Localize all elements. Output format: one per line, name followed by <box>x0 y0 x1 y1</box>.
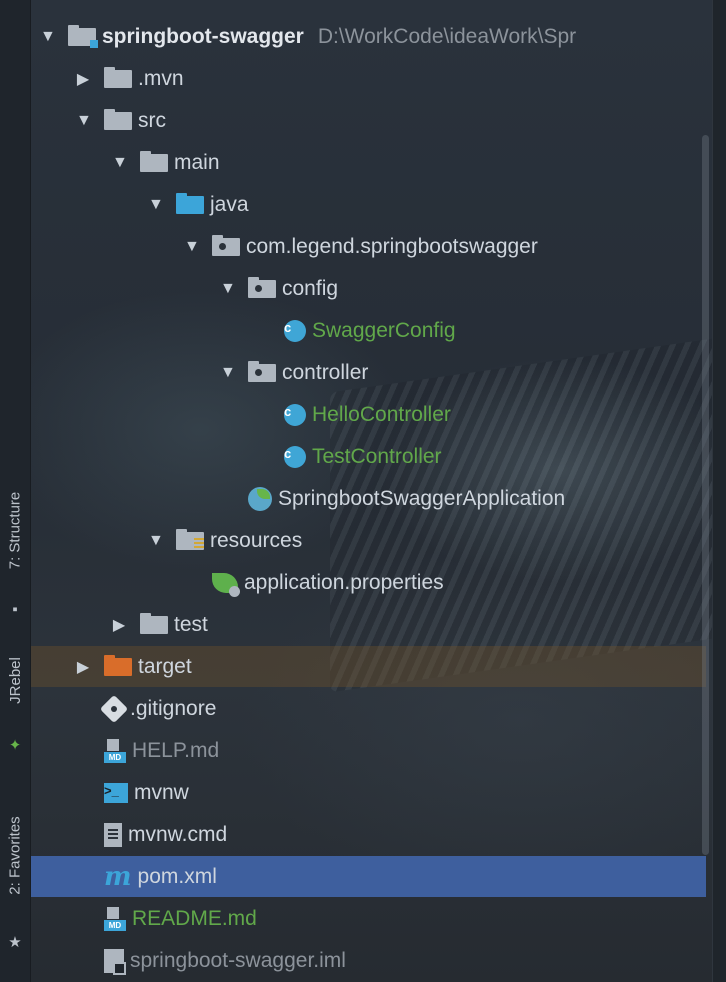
expand-arrow-icon[interactable]: ▼ <box>220 280 236 298</box>
tree-item-label: main <box>174 150 220 174</box>
tree-item-label: SpringbootSwaggerApplication <box>278 486 566 510</box>
text-file-icon <box>104 822 122 847</box>
tree-item[interactable]: c SwaggerConfig <box>284 310 456 351</box>
tree-item-label: SwaggerConfig <box>312 318 456 342</box>
folder-icon <box>104 108 132 130</box>
tool-window-bar: 7: Structure ▪ JRebel ✦ 2: Favorites ★ <box>0 0 31 982</box>
tree-item[interactable]: ▼ java <box>148 184 249 225</box>
tree-item[interactable]: ▼ config <box>220 268 338 309</box>
tree-item[interactable]: application.properties <box>212 562 444 603</box>
tree-item-label: test <box>174 612 208 636</box>
package-icon <box>248 360 276 382</box>
tree-item-label: .mvn <box>138 66 184 90</box>
tree-item-label: controller <box>282 360 369 384</box>
package-icon <box>212 234 240 256</box>
source-folder-icon <box>176 192 204 214</box>
tree-item-label: springboot-swagger.iml <box>130 948 346 972</box>
tree-item-label: .gitignore <box>130 696 217 720</box>
favorites-tab[interactable]: 2: Favorites <box>0 790 30 920</box>
collapse-arrow-icon[interactable]: ▶ <box>112 615 126 635</box>
tree-item[interactable]: ▼ resources <box>148 520 302 561</box>
jrebel-tab[interactable]: JRebel <box>0 640 30 720</box>
collapse-arrow-icon[interactable]: ▶ <box>76 69 90 89</box>
module-folder-icon <box>68 24 98 48</box>
maven-icon: m <box>104 861 132 892</box>
tree-item-label: java <box>210 192 249 216</box>
tree-item[interactable]: m pom.xml <box>104 856 217 897</box>
markdown-icon <box>104 906 126 931</box>
package-icon <box>248 276 276 298</box>
tree-item-label: TestController <box>312 444 442 468</box>
class-icon: c <box>284 319 306 342</box>
expand-arrow-icon[interactable]: ▼ <box>148 532 164 550</box>
tree-item[interactable]: c HelloController <box>284 394 451 435</box>
folder-icon <box>140 612 168 634</box>
tree-item[interactable]: springboot-swagger.iml <box>104 940 346 981</box>
class-icon: c <box>284 403 306 426</box>
favorites-tab-label: 2: Favorites <box>6 815 24 895</box>
star-icon: ★ <box>8 934 22 951</box>
tree-item-label: README.md <box>132 906 257 930</box>
folder-icon <box>140 150 168 172</box>
tree-item[interactable]: ▶ test <box>112 604 208 645</box>
jrebel-tab-label: JRebel <box>6 656 24 704</box>
tree-item[interactable]: c TestController <box>284 436 442 477</box>
tree-item-label: config <box>282 276 339 300</box>
editor-gutter-edge <box>712 0 726 982</box>
spring-properties-icon <box>212 572 240 597</box>
tree-item-label: target <box>138 654 192 678</box>
expand-arrow-icon[interactable]: ▼ <box>184 238 200 256</box>
tree-item-label: springboot-swagger <box>102 24 304 48</box>
structure-icon: ▪ <box>12 600 18 618</box>
tree-item[interactable]: ▶ .mvn <box>76 58 184 99</box>
tree-item[interactable]: ▼ com.legend.springbootswagger <box>184 226 538 267</box>
collapse-arrow-icon[interactable]: ▶ <box>76 657 90 677</box>
tree-item-label: mvnw.cmd <box>128 822 228 846</box>
expand-arrow-icon[interactable]: ▼ <box>148 196 164 214</box>
tree-item-label: HELP.md <box>132 738 220 762</box>
git-icon <box>99 694 129 723</box>
structure-tab-label: 7: Structure <box>6 491 24 569</box>
tree-item[interactable]: ▶ target <box>76 646 192 687</box>
terminal-icon: >_ <box>104 782 128 803</box>
expand-arrow-icon[interactable]: ▼ <box>40 28 56 46</box>
tree-item[interactable]: HELP.md <box>104 730 219 771</box>
folder-icon <box>104 66 132 88</box>
tree-item-label: com.legend.springbootswagger <box>246 234 538 258</box>
excluded-folder-icon <box>104 654 132 676</box>
tree-item-label: pom.xml <box>137 864 217 888</box>
resources-folder-icon <box>176 528 204 550</box>
tree-item[interactable]: README.md <box>104 898 257 939</box>
tree-item-label: resources <box>210 528 303 552</box>
tree-item[interactable]: SpringbootSwaggerApplication <box>248 478 565 519</box>
expand-arrow-icon[interactable]: ▼ <box>220 364 236 382</box>
class-icon: c <box>284 445 306 468</box>
jrebel-icon: ✦ <box>8 737 22 754</box>
tree-item-label: src <box>138 108 166 132</box>
vertical-scrollbar[interactable] <box>702 135 709 855</box>
module-path: D:\WorkCode\ideaWork\Spr <box>317 24 577 48</box>
iml-file-icon <box>104 948 126 975</box>
structure-tab[interactable]: 7: Structure <box>0 455 30 605</box>
tree-item[interactable]: ▼ springboot-swagger D:\WorkCode\ideaWork\… <box>40 16 576 57</box>
tree-item-label: application.properties <box>244 570 444 594</box>
expand-arrow-icon[interactable]: ▼ <box>112 154 128 172</box>
tree-item[interactable]: ▼ controller <box>220 352 368 393</box>
tree-item[interactable]: ▼ main <box>112 142 220 183</box>
markdown-icon <box>104 738 126 763</box>
tree-item-label: HelloController <box>312 402 451 426</box>
tree-item[interactable]: >_ mvnw <box>104 772 189 813</box>
tree-item[interactable]: .gitignore <box>99 688 217 729</box>
tree-item-label: mvnw <box>134 780 189 804</box>
expand-arrow-icon[interactable]: ▼ <box>76 112 92 130</box>
tree-item[interactable]: ▼ src <box>76 100 166 141</box>
tree-item[interactable]: mvnw.cmd <box>104 814 227 855</box>
spring-boot-class-icon <box>248 486 272 511</box>
